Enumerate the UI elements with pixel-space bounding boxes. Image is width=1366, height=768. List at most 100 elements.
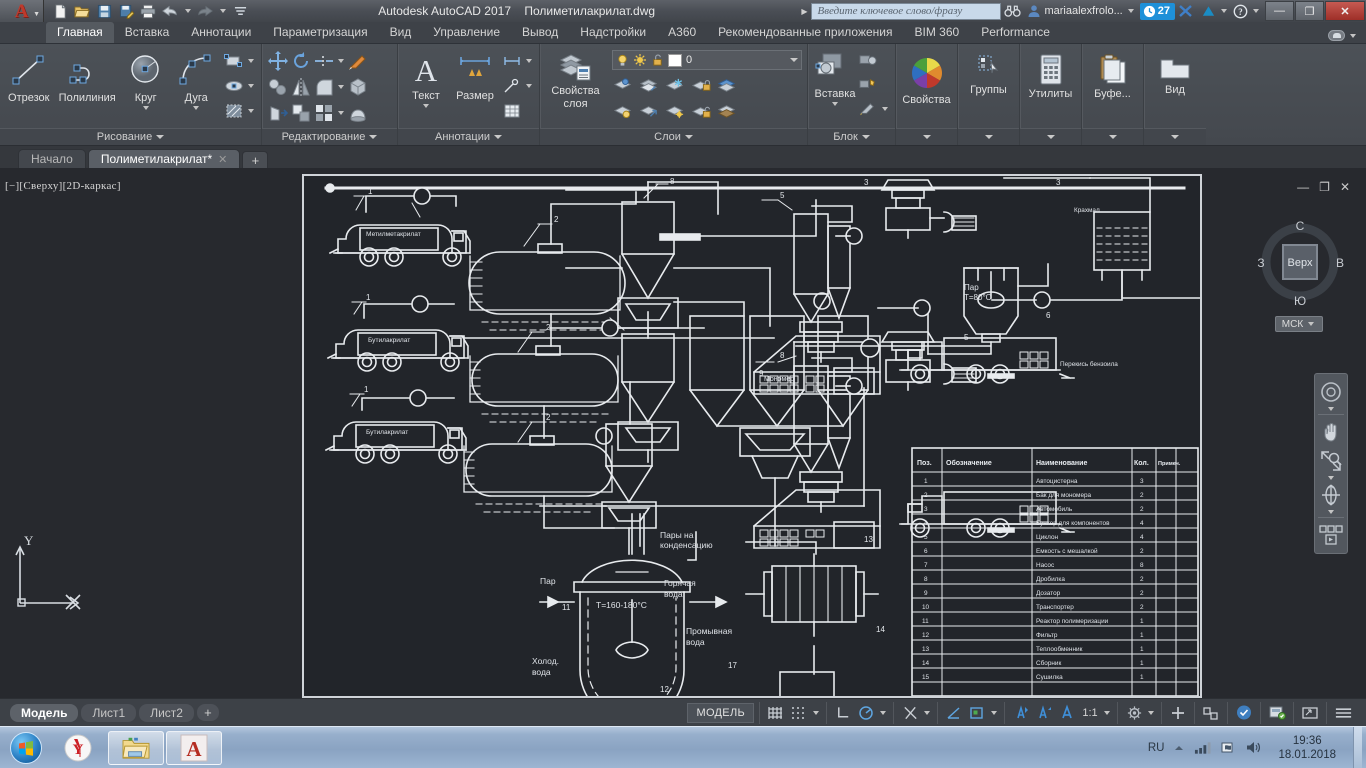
chevron-down-icon[interactable]: [247, 109, 254, 113]
mirror-icon[interactable]: [290, 76, 312, 98]
polyline-button[interactable]: Полилиния: [56, 48, 119, 104]
tab-a360[interactable]: A360: [657, 22, 707, 43]
panel-expand-vid[interactable]: [1144, 128, 1206, 145]
redo-dropdown-icon[interactable]: [217, 2, 228, 20]
chevron-down-icon[interactable]: [247, 59, 254, 63]
panel-expand-utility[interactable]: [1020, 128, 1081, 145]
file-explorer-icon[interactable]: [108, 730, 164, 765]
layer-unlock-all-icon[interactable]: [690, 100, 712, 122]
panel-expand-gruppy[interactable]: [958, 128, 1019, 145]
drawing-canvas[interactable]: [−][Сверху][2D-каркас] — ❐ ✕ Метилметакр…: [0, 168, 1366, 698]
start-button[interactable]: [3, 730, 49, 766]
panel-title-blok[interactable]: Блок: [808, 128, 895, 145]
viewport-close-icon[interactable]: ✕: [1340, 180, 1350, 194]
pan-icon[interactable]: [1316, 418, 1346, 446]
array-icon[interactable]: [313, 102, 335, 124]
layer-properties-button[interactable]: Свойства слоя: [545, 48, 606, 110]
dimension-button[interactable]: Размер: [452, 48, 498, 102]
close-icon[interactable]: ✕: [218, 153, 227, 166]
undo-dropdown-icon[interactable]: [182, 2, 193, 20]
model-space-button[interactable]: МОДЕЛЬ: [687, 702, 754, 723]
layout-tab-list2[interactable]: Лист2: [139, 703, 194, 722]
chevron-down-icon[interactable]: [526, 84, 532, 88]
hardware-acceleration-icon[interactable]: [1233, 702, 1255, 724]
customize-qat-icon[interactable]: [230, 2, 250, 20]
panel-title-risovanie[interactable]: Рисование: [0, 128, 261, 145]
move-icon[interactable]: [267, 50, 289, 72]
autodesk-logo-icon[interactable]: [1197, 0, 1219, 22]
chevron-down-icon[interactable]: [423, 104, 429, 108]
table-icon[interactable]: [501, 100, 523, 122]
stretch-icon[interactable]: [267, 102, 289, 124]
viewport-controls-label[interactable]: [−][Сверху][2D-каркас]: [5, 180, 121, 192]
tab-bim360[interactable]: BIM 360: [904, 22, 971, 43]
orbit-dropdown-icon[interactable]: [1316, 510, 1346, 514]
layer-off-icon[interactable]: [612, 100, 634, 122]
save-icon[interactable]: [94, 2, 114, 20]
isolate-objects-icon[interactable]: [1200, 702, 1222, 724]
chevron-down-icon[interactable]: [338, 111, 344, 115]
tab-vid[interactable]: Вид: [379, 22, 423, 43]
annotation-autoscale-icon[interactable]: [1033, 702, 1055, 724]
tab-rekomendovannye-prilozheniya[interactable]: Рекомендованные приложения: [707, 22, 903, 43]
layer-isolate-icon[interactable]: [716, 74, 738, 96]
paint-format-icon[interactable]: [347, 50, 369, 72]
chevron-down-icon[interactable]: [193, 106, 200, 110]
ellipse-icon[interactable]: [223, 75, 245, 97]
view-button[interactable]: Вид: [1149, 54, 1201, 96]
ucs-selector-dropdown[interactable]: МСК: [1275, 316, 1323, 332]
customization-icon[interactable]: [1332, 702, 1355, 724]
viewcube[interactable]: Верх С В Ю З: [1252, 212, 1348, 308]
language-indicator[interactable]: RU: [1148, 742, 1165, 754]
panel-title-redaktirovanie[interactable]: Редактирование: [262, 128, 397, 145]
chevron-down-icon[interactable]: [338, 85, 344, 89]
circle-button[interactable]: Круг: [122, 48, 170, 110]
chevron-down-icon[interactable]: [142, 106, 149, 110]
minimize-button[interactable]: —: [1265, 1, 1294, 21]
chevron-down-icon[interactable]: [1148, 710, 1154, 715]
create-block-icon[interactable]: [857, 50, 879, 72]
layer-match-icon[interactable]: [638, 74, 660, 96]
drawing-sheet[interactable]: Метилметакрилат Бутилакрилат Бутилакрила…: [302, 174, 1202, 698]
annotation-scale-icon[interactable]: [1056, 702, 1078, 724]
undo-icon[interactable]: [160, 2, 180, 20]
zoom-extents-icon[interactable]: [1316, 447, 1346, 475]
rectangle-icon[interactable]: [223, 50, 245, 72]
layer-previous-icon[interactable]: [638, 100, 660, 122]
search-expand-icon[interactable]: ▶: [797, 7, 811, 16]
tab-vstavka[interactable]: Вставка: [114, 22, 181, 43]
new-drawing-tab-button[interactable]: +: [242, 151, 269, 168]
leader-icon[interactable]: [501, 75, 523, 97]
plot-icon[interactable]: [138, 2, 158, 20]
ducs-icon[interactable]: [966, 702, 988, 724]
annotation-scale-value[interactable]: 1:1: [1079, 702, 1101, 724]
otrack-icon[interactable]: [943, 702, 965, 724]
clean-screen-icon[interactable]: [1266, 702, 1288, 724]
layer-lock-icon[interactable]: [690, 74, 712, 96]
search-binoculars-icon[interactable]: [1001, 0, 1023, 22]
yandex-browser-icon[interactable]: Y: [50, 731, 106, 765]
grid-icon[interactable]: [765, 702, 787, 724]
steering-wheel-icon[interactable]: [1316, 378, 1346, 406]
open-file-icon[interactable]: [72, 2, 92, 20]
copy-icon[interactable]: [267, 76, 289, 98]
new-layout-button[interactable]: +: [196, 704, 219, 721]
properties-button[interactable]: Свойства: [901, 52, 952, 106]
chevron-down-icon[interactable]: [813, 710, 819, 715]
show-hidden-icons[interactable]: [1173, 742, 1185, 754]
layer-thaw-all-icon[interactable]: [664, 100, 686, 122]
orbit-icon[interactable]: [1316, 481, 1346, 509]
layout-tab-model[interactable]: Модель: [10, 703, 79, 722]
tab-glavnaya[interactable]: Главная: [46, 22, 114, 43]
panel-title-annotacii[interactable]: Аннотации: [398, 128, 539, 145]
block-editor-icon[interactable]: [857, 98, 879, 120]
linear-dimension-icon[interactable]: [501, 50, 523, 72]
extrude-icon[interactable]: [347, 102, 369, 124]
show-desktop-button[interactable]: [1353, 726, 1362, 768]
snap-icon[interactable]: [788, 702, 810, 724]
osnap-icon[interactable]: [899, 702, 921, 724]
add-tool-icon[interactable]: [1167, 702, 1189, 724]
layout-tab-list1[interactable]: Лист1: [81, 703, 137, 722]
network-icon[interactable]: [1194, 741, 1211, 755]
utilities-button[interactable]: Утилиты: [1025, 52, 1076, 100]
